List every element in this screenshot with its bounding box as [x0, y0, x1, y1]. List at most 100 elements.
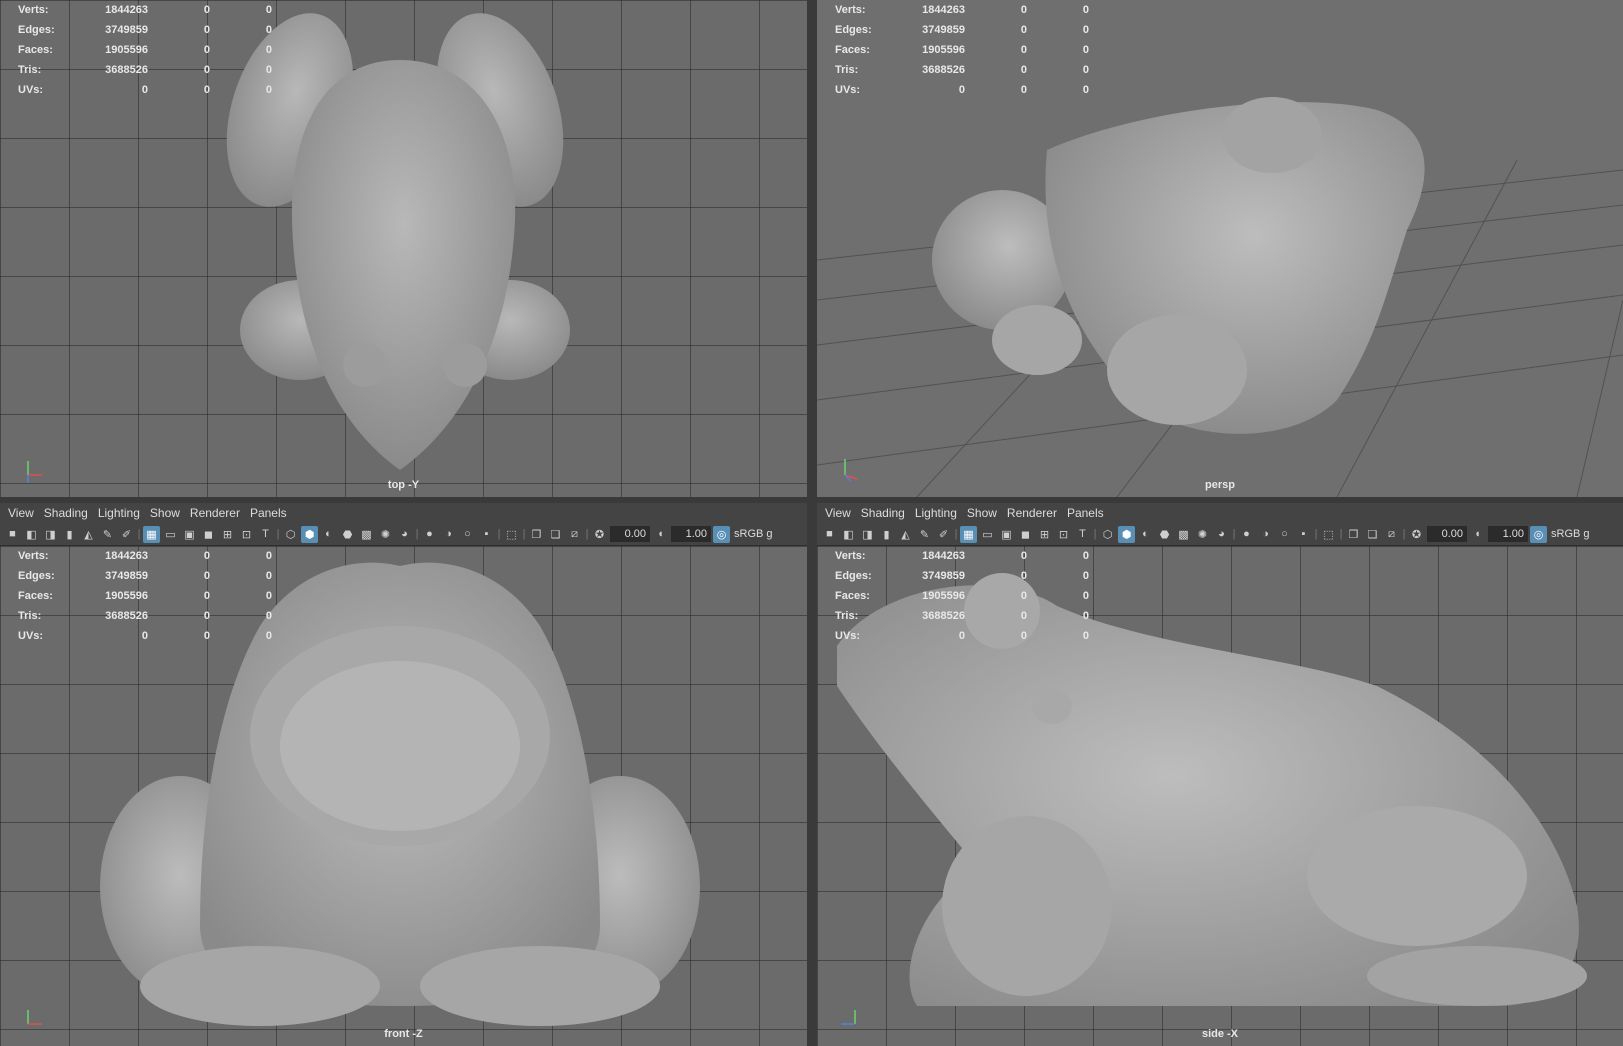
anti-aliasing-icon[interactable]: ○	[459, 526, 476, 543]
wireframe-on-shaded-icon[interactable]: ⬣	[339, 526, 356, 543]
viewport-side-canvas[interactable]: Verts: 1844263 0 0 Edges: 3749859 0 0 Faces: 19…	[817, 546, 1623, 1046]
viewport-front-canvas[interactable]: Verts: 1844263 0 0 Edges: 3749859 0 0 Faces: 19…	[0, 546, 807, 1046]
screen-space-ao-icon[interactable]: ●	[421, 526, 438, 543]
camera-select-icon[interactable]: ■	[4, 526, 21, 543]
hud-value: 0	[141, 84, 148, 96]
anti-aliasing-icon[interactable]: ○	[1276, 526, 1293, 543]
bookmark-icon[interactable]: ▮	[61, 526, 78, 543]
viewport-persp-canvas[interactable]: Verts: 1844263 0 0 Edges: 3749859 0 0 Faces: 19…	[817, 0, 1623, 497]
panel-divider-horizontal[interactable]	[0, 497, 1623, 503]
shadows-icon[interactable]: ◕	[396, 526, 413, 543]
safe-title-icon[interactable]: T	[257, 526, 274, 543]
color-management-icon[interactable]: ◎	[1530, 525, 1547, 543]
two-d-pan-zoom-icon[interactable]: ✐	[118, 526, 135, 543]
gamma-icon[interactable]: ◖	[1469, 526, 1486, 543]
viewport-persp[interactable]: Verts: 1844263 0 0 Edges: 3749859 0 0 Faces: 19…	[817, 0, 1623, 497]
film-gate-icon[interactable]: ▭	[979, 526, 996, 543]
menu-view[interactable]: View	[817, 506, 861, 520]
hud-value: 0	[265, 590, 272, 602]
color-management-icon[interactable]: ◎	[713, 525, 730, 543]
menu-shading[interactable]: Shading	[861, 506, 915, 520]
wireframe-on-shaded-icon[interactable]: ⬣	[1156, 526, 1173, 543]
menu-renderer[interactable]: Renderer	[190, 506, 250, 520]
wireframe-icon[interactable]: ⬡	[282, 526, 299, 543]
camera-lock-icon[interactable]: ◧	[840, 526, 857, 543]
panel-divider-vertical[interactable]	[807, 0, 817, 1046]
viewport-toolbar: ■ ◧ ◨ ▮ ◭ ✎ ✐ | ▦ ▭ ▣ ◼ ⊞ ⊡ T | ⬡ ⬢ ◐ ⬣ …	[817, 523, 1623, 546]
shadows-icon[interactable]: ◕	[1213, 526, 1230, 543]
exposure-icon[interactable]: ✪	[591, 526, 608, 543]
grid-icon[interactable]: ▦	[143, 525, 160, 543]
exposure-field[interactable]: 0.00	[610, 526, 650, 542]
xray-active-icon[interactable]: ❏	[1364, 526, 1381, 543]
exposure-icon[interactable]: ✪	[1408, 526, 1425, 543]
menu-lighting[interactable]: Lighting	[915, 506, 967, 520]
menu-lighting[interactable]: Lighting	[98, 506, 150, 520]
safe-title-icon[interactable]: T	[1074, 526, 1091, 543]
toolbar-separator: |	[1093, 528, 1097, 540]
gate-mask-icon[interactable]: ◼	[200, 526, 217, 543]
smooth-shade-icon[interactable]: ⬢	[1118, 525, 1135, 543]
viewport-top[interactable]: Verts: 1844263 0 0 Edges: 3749859 0 0 Faces: 19…	[0, 0, 807, 497]
safe-action-icon[interactable]: ⊡	[1055, 526, 1072, 543]
bookmark-icon[interactable]: ▮	[878, 526, 895, 543]
depth-of-field-icon[interactable]: ▪	[478, 526, 495, 543]
exposure-field[interactable]: 0.00	[1427, 526, 1467, 542]
film-gate-icon[interactable]: ▭	[162, 526, 179, 543]
lights-icon[interactable]: ✺	[1194, 526, 1211, 543]
motion-blur-icon[interactable]: ◑	[1257, 526, 1274, 543]
xray-active-icon[interactable]: ❏	[547, 526, 564, 543]
field-chart-icon[interactable]: ⊞	[1036, 526, 1053, 543]
camera-label: side -X	[1201, 1028, 1239, 1040]
viewport-top-canvas[interactable]: Verts: 1844263 0 0 Edges: 3749859 0 0 Faces: 19…	[0, 0, 807, 497]
depth-of-field-icon[interactable]: ▪	[1295, 526, 1312, 543]
motion-blur-icon[interactable]: ◑	[440, 526, 457, 543]
xray-icon[interactable]: ❐	[528, 526, 545, 543]
menu-show[interactable]: Show	[150, 506, 190, 520]
grid-icon[interactable]: ▦	[960, 525, 977, 543]
xray-joints-icon[interactable]: ⧄	[566, 526, 583, 543]
resolution-gate-icon[interactable]: ▣	[181, 526, 198, 543]
wireframe-icon[interactable]: ⬡	[1099, 526, 1116, 543]
isolate-select-icon[interactable]: ⬚	[1320, 526, 1337, 543]
image-plane-icon[interactable]: ◭	[80, 526, 97, 543]
gamma-icon[interactable]: ◖	[652, 526, 669, 543]
lights-icon[interactable]: ✺	[377, 526, 394, 543]
menu-shading[interactable]: Shading	[44, 506, 98, 520]
screen-space-ao-icon[interactable]: ●	[1238, 526, 1255, 543]
gamma-field[interactable]: 1.00	[671, 526, 711, 542]
isolate-select-icon[interactable]: ⬚	[503, 526, 520, 543]
hud-value: 3749859	[105, 24, 148, 36]
camera-attributes-icon[interactable]: ◨	[859, 526, 876, 543]
two-d-pan-zoom-icon[interactable]: ✐	[935, 526, 952, 543]
camera-attributes-icon[interactable]: ◨	[42, 526, 59, 543]
field-chart-icon[interactable]: ⊞	[219, 526, 236, 543]
image-plane-icon[interactable]: ◭	[897, 526, 914, 543]
camera-select-icon[interactable]: ■	[821, 526, 838, 543]
view-transform-label[interactable]: sRGB g	[732, 528, 773, 540]
grease-pencil-icon[interactable]: ✎	[916, 526, 933, 543]
hud-value: 0	[203, 24, 210, 36]
safe-action-icon[interactable]: ⊡	[238, 526, 255, 543]
viewport-side[interactable]: View Shading Lighting Show Renderer Pane…	[817, 503, 1623, 1046]
view-transform-label[interactable]: sRGB g	[1549, 528, 1590, 540]
gamma-field[interactable]: 1.00	[1488, 526, 1528, 542]
menu-view[interactable]: View	[0, 506, 44, 520]
textured-icon[interactable]: ▩	[1175, 526, 1192, 543]
xray-joints-icon[interactable]: ⧄	[1383, 526, 1400, 543]
grease-pencil-icon[interactable]: ✎	[99, 526, 116, 543]
menu-renderer[interactable]: Renderer	[1007, 506, 1067, 520]
default-material-icon[interactable]: ◐	[1137, 526, 1154, 543]
textured-icon[interactable]: ▩	[358, 526, 375, 543]
gate-mask-icon[interactable]: ◼	[1017, 526, 1034, 543]
hud-value: 3688526	[922, 610, 965, 622]
resolution-gate-icon[interactable]: ▣	[998, 526, 1015, 543]
xray-icon[interactable]: ❐	[1345, 526, 1362, 543]
menu-show[interactable]: Show	[967, 506, 1007, 520]
smooth-shade-icon[interactable]: ⬢	[301, 525, 318, 543]
menu-panels[interactable]: Panels	[250, 506, 297, 520]
viewport-front[interactable]: View Shading Lighting Show Renderer Pane…	[0, 503, 807, 1046]
camera-lock-icon[interactable]: ◧	[23, 526, 40, 543]
menu-panels[interactable]: Panels	[1067, 506, 1114, 520]
default-material-icon[interactable]: ◐	[320, 526, 337, 543]
